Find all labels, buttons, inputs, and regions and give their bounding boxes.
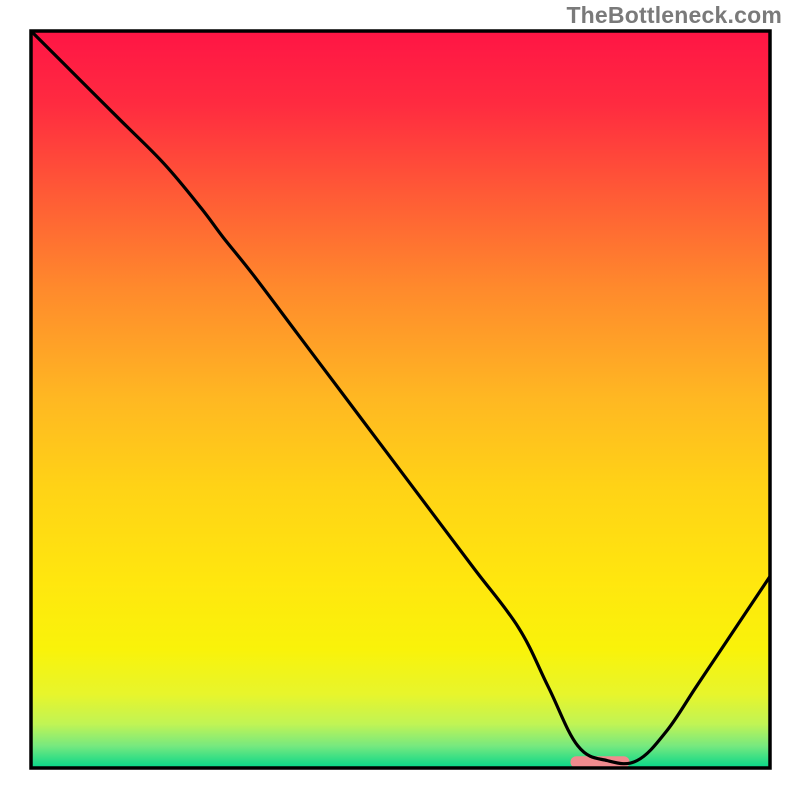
bottleneck-chart: TheBottleneck.com [0, 0, 800, 800]
chart-svg [0, 0, 800, 800]
